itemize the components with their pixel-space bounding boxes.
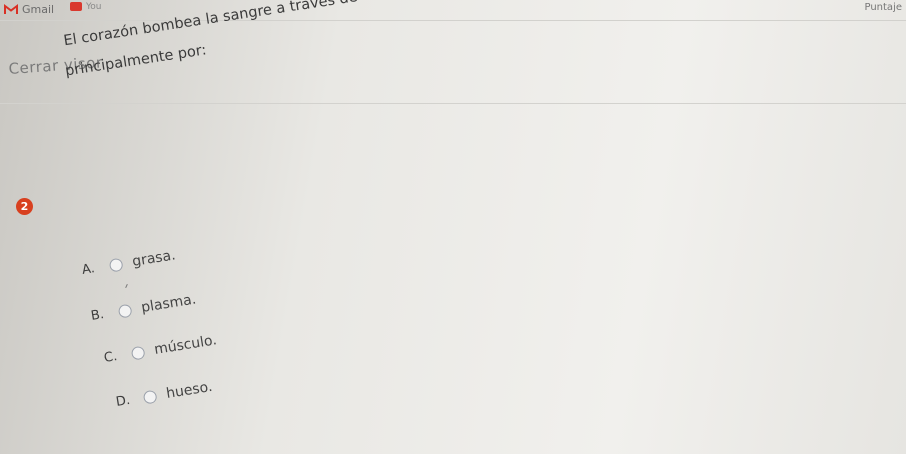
option-letter: C. (102, 348, 119, 366)
option-text: hueso. (165, 378, 214, 402)
option-c[interactable]: C. músculo. (103, 332, 218, 366)
option-letter: D. (114, 392, 132, 410)
answer-options: A. grasa. B. plasma. C. músculo. D. hues… (0, 0, 906, 454)
option-a[interactable]: A. grasa. (81, 247, 177, 278)
radio-button[interactable] (117, 303, 133, 319)
option-b[interactable]: B. plasma. (89, 291, 198, 324)
radio-button[interactable] (108, 257, 124, 273)
option-letter: B. (89, 306, 106, 324)
option-d[interactable]: D. hueso. (115, 379, 214, 410)
option-text: plasma. (140, 291, 198, 316)
radio-button[interactable] (142, 389, 158, 405)
option-text: grasa. (131, 247, 177, 270)
radio-button[interactable] (130, 345, 146, 361)
option-letter: A. (80, 260, 96, 278)
option-text: músculo. (153, 332, 218, 358)
